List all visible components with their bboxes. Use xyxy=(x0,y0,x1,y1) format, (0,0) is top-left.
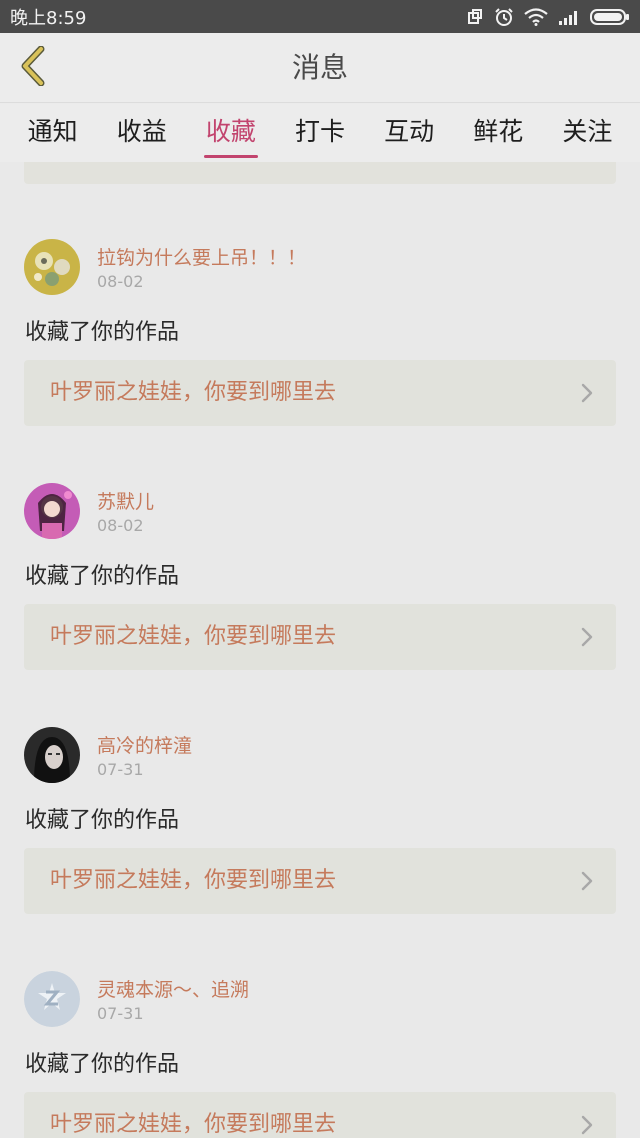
work-title: 叶罗丽之娃娃，你要到哪里去 xyxy=(50,1112,337,1137)
tab-bar: 通知 收益 收藏 打卡 互动 鲜花 关注 xyxy=(0,104,640,162)
list-item: 拉钩为什么要上吊！！！ 08-02 收藏了你的作品 叶罗丽之娃娃，你要到哪里去 xyxy=(0,200,640,444)
tab-notifications[interactable]: 通知 xyxy=(24,104,82,162)
avatar[interactable] xyxy=(24,239,80,295)
action-text: 收藏了你的作品 xyxy=(25,564,180,589)
status-icons xyxy=(466,7,630,27)
signal-icon xyxy=(558,9,580,25)
date: 07-31 xyxy=(97,1004,144,1023)
work-link-partial[interactable] xyxy=(24,162,616,184)
work-title: 叶罗丽之娃娃，你要到哪里去 xyxy=(50,380,337,405)
rotate-icon xyxy=(466,8,484,26)
list-item: 苏默儿 08-02 收藏了你的作品 叶罗丽之娃娃，你要到哪里去 xyxy=(0,444,640,688)
user-name[interactable]: 灵魂本源～、追溯 xyxy=(97,975,249,1002)
chevron-right-icon xyxy=(580,382,594,404)
tab-checkin[interactable]: 打卡 xyxy=(291,104,349,162)
action-text: 收藏了你的作品 xyxy=(25,320,180,345)
action-text: 收藏了你的作品 xyxy=(25,808,180,833)
user-name[interactable]: 高冷的梓潼 xyxy=(97,731,192,758)
back-button[interactable] xyxy=(12,45,52,90)
alarm-icon xyxy=(494,7,514,27)
tab-interaction[interactable]: 互动 xyxy=(380,104,438,162)
favorites-list: 拉钩为什么要上吊！！！ 08-02 收藏了你的作品 叶罗丽之娃娃，你要到哪里去 … xyxy=(0,162,640,1138)
chevron-right-icon xyxy=(580,1114,594,1136)
user-name[interactable]: 苏默儿 xyxy=(97,487,154,514)
date: 08-02 xyxy=(97,516,144,535)
battery-icon xyxy=(590,8,630,26)
user-name[interactable]: 拉钩为什么要上吊！！！ xyxy=(97,243,306,270)
list-item-partial xyxy=(0,162,640,200)
tab-follow[interactable]: 关注 xyxy=(558,104,616,162)
status-bar: 晚上8:59 xyxy=(0,0,640,33)
list-item: 灵魂本源～、追溯 07-31 收藏了你的作品 叶罗丽之娃娃，你要到哪里去 xyxy=(0,932,640,1138)
tab-flowers[interactable]: 鲜花 xyxy=(469,104,527,162)
avatar[interactable] xyxy=(24,971,80,1027)
work-link[interactable]: 叶罗丽之娃娃，你要到哪里去 xyxy=(24,604,616,670)
tab-earnings[interactable]: 收益 xyxy=(113,104,171,162)
wifi-icon xyxy=(524,7,548,26)
date: 07-31 xyxy=(97,760,144,779)
list-item: 高冷的梓潼 07-31 收藏了你的作品 叶罗丽之娃娃，你要到哪里去 xyxy=(0,688,640,932)
header: 消息 xyxy=(0,33,640,103)
tab-favorites[interactable]: 收藏 xyxy=(202,104,260,162)
work-link[interactable]: 叶罗丽之娃娃，你要到哪里去 xyxy=(24,1092,616,1138)
action-text: 收藏了你的作品 xyxy=(25,1052,180,1077)
chevron-right-icon xyxy=(580,870,594,892)
work-title: 叶罗丽之娃娃，你要到哪里去 xyxy=(50,868,337,893)
avatar[interactable] xyxy=(24,727,80,783)
work-link[interactable]: 叶罗丽之娃娃，你要到哪里去 xyxy=(24,848,616,914)
work-link[interactable]: 叶罗丽之娃娃，你要到哪里去 xyxy=(24,360,616,426)
work-title: 叶罗丽之娃娃，你要到哪里去 xyxy=(50,624,337,649)
date: 08-02 xyxy=(97,272,144,291)
status-time: 晚上8:59 xyxy=(10,7,87,29)
chevron-right-icon xyxy=(580,626,594,648)
page-title: 消息 xyxy=(291,51,348,84)
avatar[interactable] xyxy=(24,483,80,539)
chevron-left-icon xyxy=(17,45,47,90)
